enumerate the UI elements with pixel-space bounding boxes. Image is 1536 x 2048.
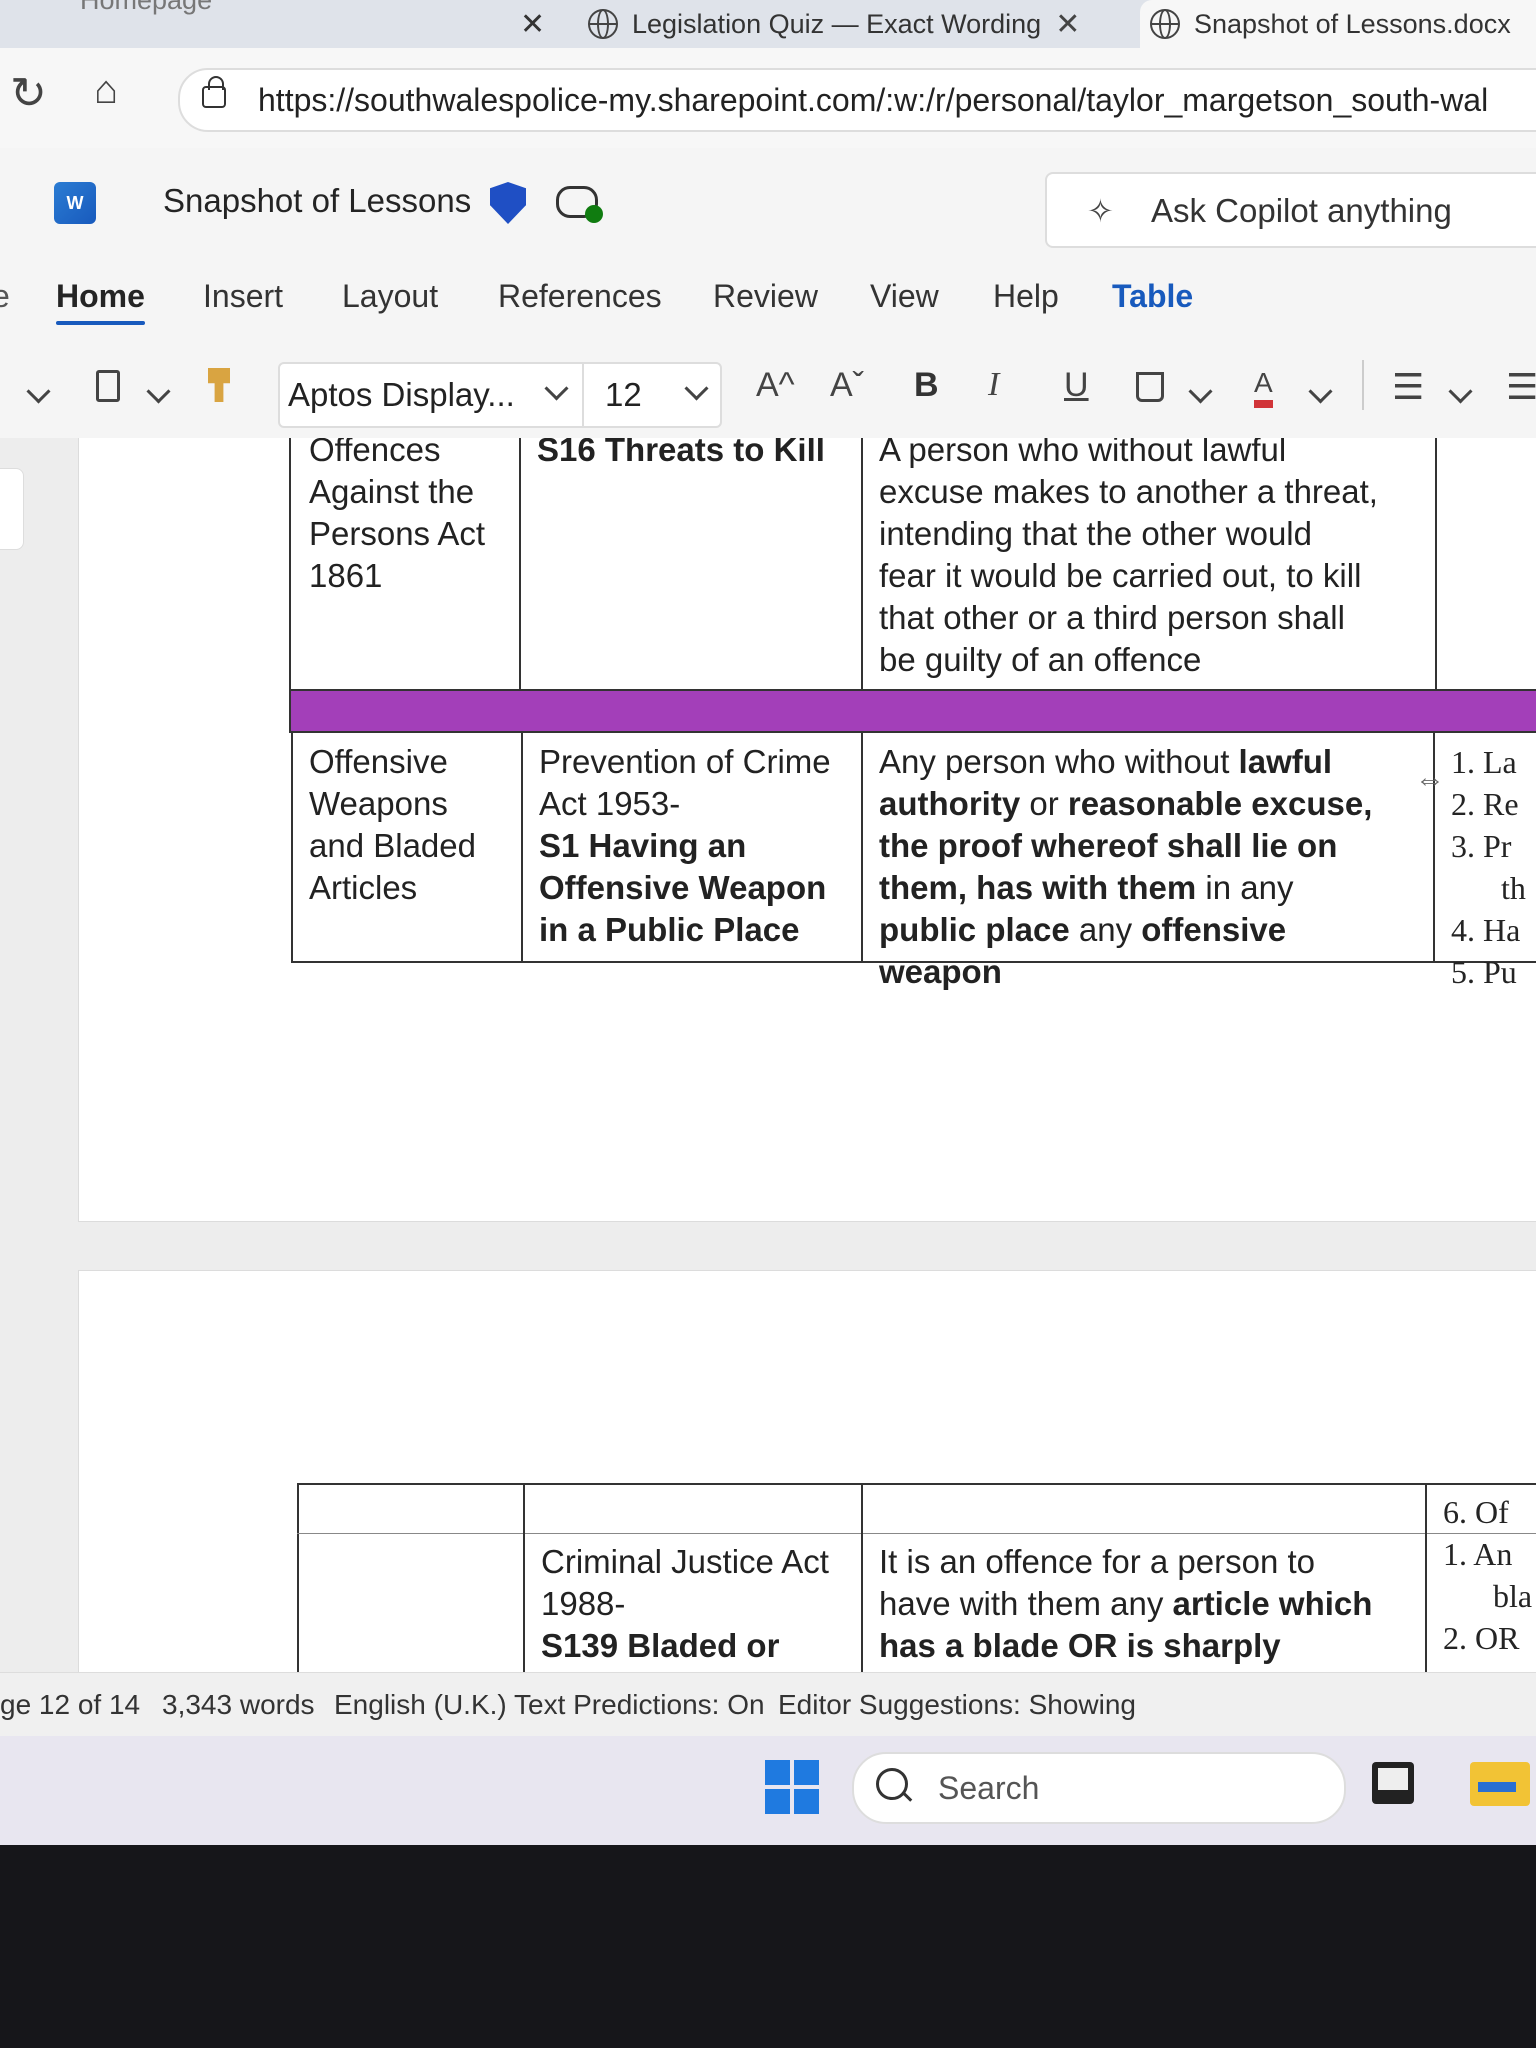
address-bar[interactable]: https://southwalespolice-my.sharepoint.c… bbox=[178, 68, 1536, 132]
font-size[interactable]: 12 bbox=[605, 376, 642, 414]
cell-criminal-justice-act: Criminal Justice Act 1988- S139 Bladed o… bbox=[541, 1543, 829, 1664]
font-color-dropdown-icon[interactable] bbox=[1308, 370, 1333, 409]
home-icon[interactable]: ⌂ bbox=[94, 68, 118, 113]
word-title-bar: W Snapshot of Lessons ✧ Ask Copilot anyt… bbox=[0, 148, 1536, 258]
text-predictions[interactable]: Text Predictions: On bbox=[514, 1689, 765, 1721]
status-bar: ge 12 of 14 3,343 words English (U.K.) T… bbox=[0, 1672, 1536, 1737]
size-dropdown-icon[interactable] bbox=[684, 376, 709, 402]
tab-view[interactable]: View bbox=[870, 278, 939, 315]
language[interactable]: English (U.K.) bbox=[334, 1689, 507, 1721]
close-tab-icon[interactable]: ✕ bbox=[1055, 7, 1080, 42]
font-name: Aptos Display... bbox=[288, 376, 515, 413]
cell-s139-definition: It is an offence for a person to have wi… bbox=[879, 1543, 1373, 1664]
page-count[interactable]: ge 12 of 14 bbox=[0, 1689, 140, 1721]
highlight-dropdown-icon[interactable] bbox=[1188, 370, 1213, 409]
word-logo-icon[interactable]: W bbox=[54, 182, 96, 224]
font-dropdown-icon[interactable] bbox=[544, 376, 569, 402]
lock-icon bbox=[202, 76, 226, 108]
search-label: Search bbox=[938, 1770, 1040, 1806]
tab-homepage-label: Homepage bbox=[80, 0, 212, 16]
document-canvas[interactable]: Offences Against the Persons Act 1861 S1… bbox=[0, 438, 1536, 1672]
bladed-points-list: 6. Of 1. An bla 2. OR bbox=[1443, 1494, 1533, 1656]
font-color-button[interactable]: A bbox=[1254, 366, 1273, 408]
numbering-icon[interactable]: ☰ bbox=[1506, 366, 1536, 408]
purple-divider-row bbox=[289, 689, 1536, 733]
ribbon-tabs: e Home Insert Layout References Review V… bbox=[0, 258, 1536, 348]
browser-tab-strip: Homepage ✕ Legislation Quiz — Exact Word… bbox=[0, 0, 1536, 48]
tab-snapshot-of-lessons[interactable]: Snapshot of Lessons.docx bbox=[1140, 0, 1536, 48]
cell-prevention-of-crime-act: Prevention of Crime Act 1953- S1 Having … bbox=[539, 743, 831, 948]
copilot-placeholder: Ask Copilot anything bbox=[1151, 192, 1452, 229]
tab-legislation-quiz-label: Legislation Quiz — Exact Wording bbox=[632, 8, 1042, 39]
globe-icon bbox=[1150, 9, 1180, 39]
undo-dropdown-icon[interactable] bbox=[26, 370, 51, 409]
tab-home[interactable]: Home bbox=[56, 278, 145, 325]
copilot-icon: ✧ bbox=[1087, 193, 1114, 229]
editor-suggestions[interactable]: Editor Suggestions: Showing bbox=[778, 1689, 1136, 1721]
tab-legislation-quiz[interactable]: Legislation Quiz — Exact Wording ✕ bbox=[578, 0, 1090, 48]
ribbon-toolbar: Aptos Display... 12 A^ Aˇ B I U A ☰ ☰ bbox=[0, 348, 1536, 439]
document-title[interactable]: Snapshot of Lessons bbox=[163, 182, 471, 220]
screen: Homepage ✕ Legislation Quiz — Exact Word… bbox=[0, 0, 1536, 1845]
tab-snapshot-label: Snapshot of Lessons.docx bbox=[1194, 8, 1511, 39]
file-explorer-icon[interactable] bbox=[1470, 1762, 1530, 1806]
cloud-saved-icon[interactable] bbox=[556, 186, 603, 223]
taskbar-search[interactable]: Search bbox=[852, 1752, 1346, 1824]
font-picker[interactable]: Aptos Display... 12 bbox=[278, 362, 722, 428]
tab-insert[interactable]: Insert bbox=[203, 278, 283, 315]
task-view-icon[interactable] bbox=[1372, 1762, 1414, 1804]
tab-review[interactable]: Review bbox=[713, 278, 818, 315]
tab-table[interactable]: Table bbox=[1112, 278, 1193, 315]
bullets-icon[interactable]: ☰ bbox=[1392, 366, 1424, 408]
highlighter-icon[interactable] bbox=[1136, 372, 1164, 402]
refresh-icon[interactable]: ↻ bbox=[10, 68, 47, 119]
taskbar: Search bbox=[0, 1736, 1536, 1845]
sensitivity-shield-icon[interactable] bbox=[490, 182, 526, 224]
cell-s16-definition: A person who without lawful excuse makes… bbox=[879, 438, 1378, 678]
tab-references[interactable]: References bbox=[498, 278, 662, 315]
clipboard-icon[interactable] bbox=[96, 370, 120, 402]
word-count[interactable]: 3,343 words bbox=[162, 1689, 315, 1721]
url-text: https://southwalespolice-my.sharepoint.c… bbox=[258, 82, 1489, 118]
cell-section-s16: S16 Threats to Kill bbox=[537, 438, 825, 468]
page-13: Criminal Justice Act 1988- S139 Bladed o… bbox=[78, 1270, 1536, 1672]
copilot-search-box[interactable]: ✧ Ask Copilot anything bbox=[1045, 172, 1536, 248]
file-tab-partial[interactable]: e bbox=[0, 278, 10, 315]
cell-category: Offensive Weapons and Bladed Articles bbox=[309, 743, 476, 906]
windows-start-icon[interactable] bbox=[765, 1760, 819, 1814]
tab-close-icon[interactable]: ✕ bbox=[520, 0, 545, 48]
page-12: Offences Against the Persons Act 1861 S1… bbox=[78, 438, 1536, 1222]
paste-dropdown-icon[interactable] bbox=[146, 370, 171, 409]
grow-font-icon[interactable]: A^ bbox=[756, 366, 795, 405]
shrink-font-icon[interactable]: Aˇ bbox=[830, 366, 864, 405]
underline-button[interactable]: U bbox=[1064, 366, 1089, 405]
cell-act-name: Offences Against the Persons Act 1861 bbox=[309, 438, 486, 594]
bullets-dropdown-icon[interactable] bbox=[1448, 370, 1473, 409]
globe-icon bbox=[588, 9, 618, 39]
bold-button[interactable]: B bbox=[914, 366, 939, 405]
points-to-prove-list: 1. La 2. Re 3. Pr th 4. Ha 5. Pu bbox=[1451, 744, 1526, 990]
cell-s1-definition: Any person who without lawful authority … bbox=[879, 743, 1373, 990]
format-painter-icon[interactable] bbox=[208, 368, 230, 402]
ribbon-divider bbox=[1362, 360, 1364, 410]
column-resize-cursor-icon: ⇔ bbox=[1415, 763, 1445, 796]
tab-homepage[interactable]: Homepage bbox=[80, 0, 212, 24]
tab-layout[interactable]: Layout bbox=[342, 278, 438, 315]
address-bar-row: ↻ ⌂ https://southwalespolice-my.sharepoi… bbox=[0, 48, 1536, 148]
side-handle[interactable] bbox=[0, 468, 24, 550]
search-icon bbox=[876, 1768, 908, 1800]
tab-help[interactable]: Help bbox=[993, 278, 1059, 315]
monitor-bezel bbox=[0, 1845, 1536, 2048]
italic-button[interactable]: I bbox=[988, 366, 999, 404]
